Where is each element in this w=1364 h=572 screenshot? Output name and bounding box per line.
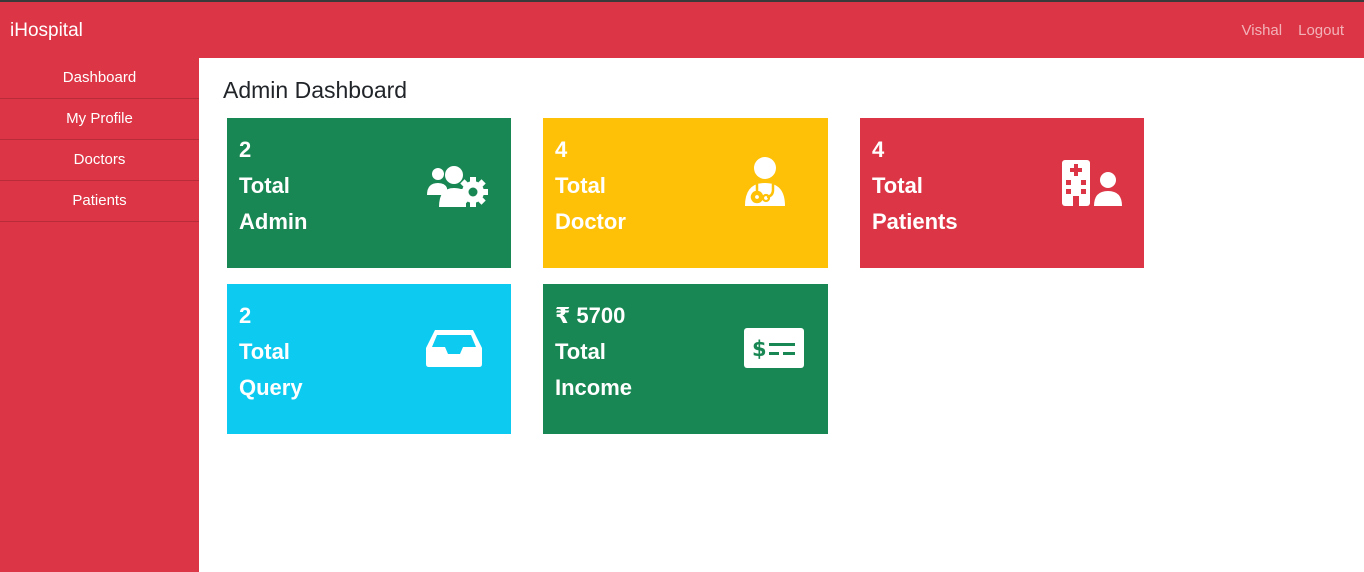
card-total-doctor: 4 Total Doctor <box>543 118 828 268</box>
navbar-right: Vishal Logout <box>1242 22 1344 40</box>
card-label-line2: Query <box>239 375 303 400</box>
card-value: 4 <box>555 137 568 162</box>
card-total-income: ₹ 5700 Total Income $ <box>543 284 828 434</box>
card-label-line2: Patients <box>872 209 958 234</box>
card-label-line2: Admin <box>239 209 308 234</box>
card-label-line1: Total <box>872 173 923 198</box>
user-link[interactable]: Vishal <box>1242 22 1283 40</box>
page: iHospital Vishal Logout Dashboard My Pro… <box>0 0 1364 572</box>
sidebar-item-dashboard[interactable]: Dashboard <box>0 58 199 99</box>
card-total-query: 2 Total Query <box>227 284 511 434</box>
card-label-line1: Total <box>239 339 290 364</box>
users-gear-icon <box>425 158 489 214</box>
hospital-user-icon <box>1060 156 1124 208</box>
sidebar-item-patients[interactable]: Patients <box>0 181 199 222</box>
page-title: Admin Dashboard <box>223 77 408 103</box>
money-check-dollar-icon: $ <box>743 326 805 370</box>
card-total-patients: 4 Total Patients <box>860 118 1144 268</box>
main-content: Admin Dashboard 2 Total Admin 4 Total Do… <box>199 58 1364 572</box>
sidebar: Dashboard My Profile Doctors Patients <box>0 58 199 572</box>
logout-link[interactable]: Logout <box>1298 22 1344 40</box>
top-navbar: iHospital Vishal Logout <box>0 0 1364 58</box>
card-value: 2 <box>239 303 252 328</box>
card-value: 2 <box>239 137 252 162</box>
card-label-line2: Doctor <box>555 209 626 234</box>
card-label-line2: Income <box>555 375 633 400</box>
inbox-icon <box>425 328 483 368</box>
sidebar-item-my-profile[interactable]: My Profile <box>0 99 199 140</box>
brand-link[interactable]: iHospital <box>10 20 83 42</box>
user-doctor-icon <box>733 156 793 208</box>
card-label-line1: Total <box>555 339 606 364</box>
card-total-admin: 2 Total Admin <box>227 118 511 268</box>
card-value: 4 <box>872 137 885 162</box>
sidebar-item-doctors[interactable]: Doctors <box>0 140 199 181</box>
svg-text:$: $ <box>752 337 767 361</box>
card-label-line1: Total <box>239 173 290 198</box>
card-value: ₹ 5700 <box>555 303 626 328</box>
card-label-line1: Total <box>555 173 606 198</box>
